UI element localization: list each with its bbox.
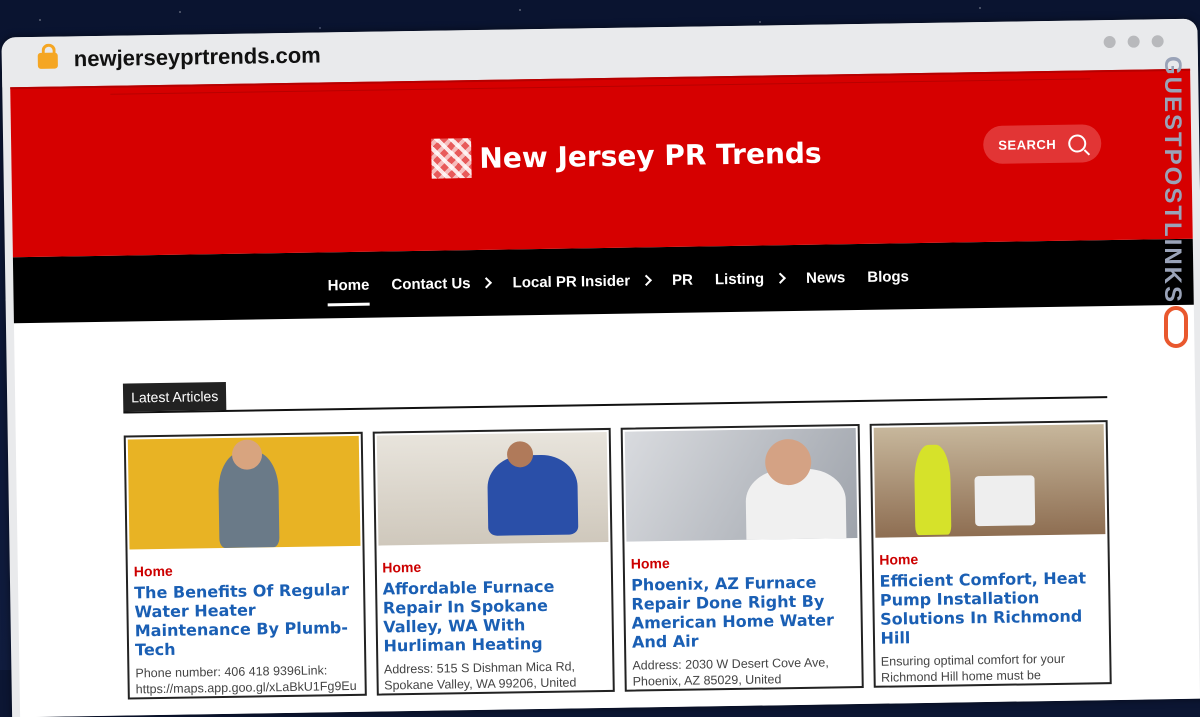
window-dot-icon[interactable] <box>1127 35 1140 48</box>
person-figure <box>486 454 578 536</box>
site-title[interactable]: New Jersey PR Trends <box>479 136 822 174</box>
nav-label: Contact Us <box>391 274 471 293</box>
person-figure <box>913 444 951 536</box>
site-logo[interactable]: New Jersey PR Trends <box>431 133 822 179</box>
equipment-unit <box>973 475 1035 527</box>
nav-label: Local PR Insider <box>512 272 631 291</box>
article-category[interactable]: Home <box>631 552 854 572</box>
window-controls <box>1103 35 1164 49</box>
nav-label: PR <box>671 271 694 289</box>
lock-icon <box>37 52 58 69</box>
window-dot-icon[interactable] <box>1103 35 1116 49</box>
nav-item-listing[interactable]: Listing <box>714 264 786 294</box>
nav-item-blogs[interactable]: Blogs <box>867 262 909 292</box>
nav-label: Listing <box>714 269 765 288</box>
article-image[interactable] <box>376 431 609 546</box>
article-title[interactable]: Efficient Comfort, Heat Pump Installatio… <box>879 568 1103 647</box>
article-card[interactable]: Home The Benefits Of Regular Water Heate… <box>123 431 367 700</box>
browser-window: newjerseyprtrends.com New Jersey PR Tren… <box>1 18 1200 717</box>
article-image[interactable] <box>127 435 360 550</box>
nav-item-contact-us[interactable]: Contact Us <box>391 268 493 299</box>
article-category[interactable]: Home <box>134 560 357 580</box>
article-image[interactable] <box>624 428 857 542</box>
chevron-right-icon <box>640 274 652 286</box>
article-card[interactable]: Home Affordable Furnace Repair In Spokan… <box>372 427 615 696</box>
section-title: Latest Articles <box>122 381 227 412</box>
article-category[interactable]: Home <box>382 556 605 576</box>
article-excerpt: Address: 515 S Dishman Mica Rd, Spokane … <box>383 659 577 695</box>
web-page: New Jersey PR Trends SEARCH Home Contact… <box>10 68 1200 717</box>
watermark: GUESTPOSTLINKS <box>1159 56 1196 356</box>
main-content: Latest Articles Home The Benefits Of Reg… <box>15 367 1200 701</box>
nav-item-local-pr-insider[interactable]: Local PR Insider <box>512 266 652 297</box>
nav-label: Home <box>327 276 370 294</box>
search-label: SEARCH <box>998 136 1057 153</box>
search-icon <box>1068 134 1087 153</box>
article-list: Home The Benefits Of Regular Water Heate… <box>123 420 1112 700</box>
site-header: New Jersey PR Trends SEARCH <box>10 68 1193 258</box>
watermark-text: GUESTPOSTLINKS <box>1159 56 1186 305</box>
nav-item-pr[interactable]: PR <box>672 265 693 294</box>
article-category[interactable]: Home <box>879 548 1102 568</box>
article-image[interactable] <box>873 424 1106 538</box>
window-dot-icon[interactable] <box>1151 35 1164 48</box>
article-card[interactable]: Home Efficient Comfort, Heat Pump Instal… <box>869 420 1112 688</box>
article-title[interactable]: The Benefits Of Regular Water Heater Mai… <box>134 580 358 659</box>
url-text[interactable]: newjerseyprtrends.com <box>74 42 321 72</box>
article-excerpt: Address: 2030 W Desert Cove Ave, Phoenix… <box>632 655 829 692</box>
nav-item-news[interactable]: News <box>806 263 846 293</box>
nav-label: Blogs <box>867 267 910 286</box>
article-excerpt: Phone number: 406 418 9396Link: https://… <box>135 663 357 697</box>
search-button[interactable]: SEARCH <box>982 124 1102 165</box>
chevron-right-icon <box>480 277 493 289</box>
logo-icon <box>431 138 472 179</box>
article-card[interactable]: Home Phoenix, AZ Furnace Repair Done Rig… <box>620 424 864 692</box>
chevron-right-icon <box>774 272 786 284</box>
person-head <box>506 441 533 468</box>
link-icon <box>1164 306 1188 348</box>
nav-label: News <box>805 268 846 287</box>
article-title[interactable]: Affordable Furnace Repair In Spokane Val… <box>383 576 607 656</box>
section-header: Latest Articles <box>122 368 1108 414</box>
article-excerpt: Ensuring optimal comfort for your Richmo… <box>880 651 1084 688</box>
article-title[interactable]: Phoenix, AZ Furnace Repair Done Right By… <box>631 572 855 652</box>
nav-item-home[interactable]: Home <box>327 270 370 300</box>
